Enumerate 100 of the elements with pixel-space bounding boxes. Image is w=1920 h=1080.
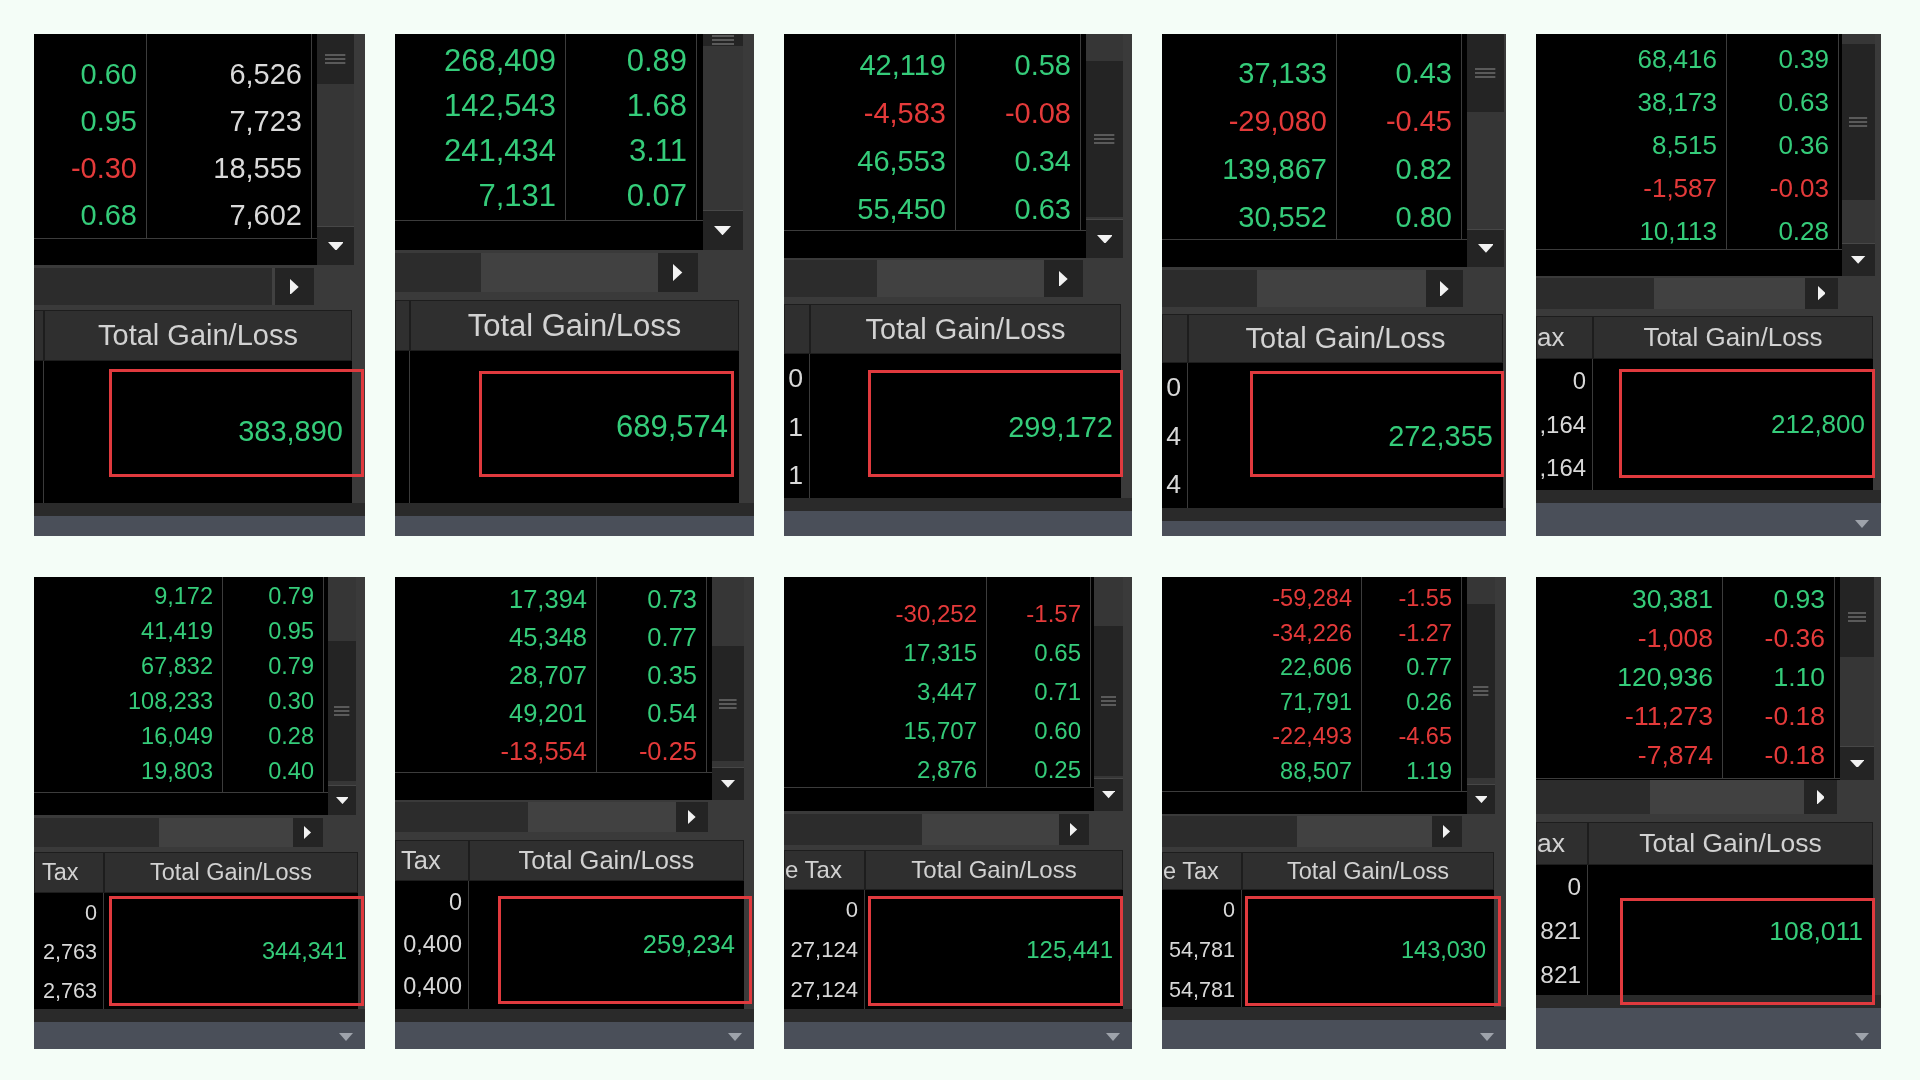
scroll-right-button[interactable] <box>1044 260 1083 297</box>
table-cell-text: -7,874 <box>1636 739 1714 772</box>
scrollbar-thumb[interactable] <box>317 34 354 84</box>
table-cell-text: -1,587 <box>1642 171 1718 205</box>
vertical-scrollbar[interactable] <box>1467 577 1495 814</box>
scrollbar-thumb[interactable] <box>784 814 922 845</box>
scroll-right-button[interactable] <box>1432 816 1462 847</box>
table-cell-text: 41,419 <box>140 617 214 646</box>
scroll-down-button[interactable] <box>703 210 743 250</box>
vertical-scrollbar[interactable] <box>317 34 354 265</box>
scrollbar-thumb[interactable] <box>1162 270 1257 307</box>
total-value: 689,574 <box>615 407 728 446</box>
table-cell-text: 0.36 <box>1777 128 1830 162</box>
scrollbar-thumb[interactable] <box>703 34 743 46</box>
table-cell-text: 0 <box>844 896 859 924</box>
table-cell-text: 1 <box>787 410 804 444</box>
scrollbar-thumb[interactable] <box>712 646 744 761</box>
column-header: Total Gain/Loss <box>469 840 744 881</box>
scrollbar-thumb[interactable] <box>1536 278 1654 309</box>
scroll-down-button[interactable] <box>1086 219 1123 258</box>
vertical-scrollbar[interactable] <box>1094 577 1123 811</box>
table-cell-text: 0.54 <box>646 698 698 729</box>
caret-down-icon[interactable] <box>1855 1033 1869 1041</box>
table-cell-text: 0.43 <box>1394 56 1453 91</box>
table-cell-text: 18,555 <box>212 151 303 186</box>
column-header: Total Gain/Loss <box>104 852 358 893</box>
table-cell-text: 46,553 <box>856 144 947 179</box>
table-cell-text: 71,791 <box>1279 687 1353 717</box>
scrollbar-thumb[interactable] <box>1467 604 1495 778</box>
caret-down-icon[interactable] <box>1106 1033 1120 1041</box>
scrollbar-thumb[interactable] <box>395 802 528 832</box>
horizontal-scrollbar[interactable] <box>1162 816 1462 847</box>
vertical-scrollbar[interactable] <box>328 577 356 815</box>
scrollbar-thumb[interactable] <box>34 818 159 847</box>
caret-down-icon[interactable] <box>1480 1033 1494 1041</box>
caret-down-icon[interactable] <box>339 1033 353 1041</box>
vertical-scrollbar[interactable] <box>703 34 743 250</box>
caret-down-icon[interactable] <box>728 1033 742 1041</box>
scroll-right-button[interactable] <box>275 268 314 305</box>
scroll-down-button[interactable] <box>328 785 356 815</box>
caret-right-icon <box>1817 286 1826 301</box>
scroll-right-button[interactable] <box>676 802 708 832</box>
vertical-scrollbar[interactable] <box>1840 577 1874 780</box>
scrollbar-thumb[interactable] <box>1086 61 1123 217</box>
table-cell-text: 2,876 <box>915 754 978 785</box>
caret-down-icon[interactable] <box>1855 520 1869 528</box>
table-cell-text: 1.19 <box>1405 756 1453 786</box>
scrollbar-thumb[interactable] <box>1467 34 1504 112</box>
horizontal-scrollbar[interactable] <box>1162 270 1463 307</box>
table-cell-text: 0.79 <box>267 582 315 611</box>
scrollbar-thumb[interactable] <box>1162 816 1297 847</box>
table-cell-text: -0.30 <box>69 151 138 186</box>
scrollbar-thumb[interactable] <box>1094 626 1123 776</box>
scroll-down-button[interactable] <box>1094 778 1123 811</box>
scroll-right-button[interactable] <box>658 253 698 292</box>
horizontal-scrollbar[interactable] <box>1536 278 1838 309</box>
scrollbar-thumb[interactable] <box>328 641 356 781</box>
horizontal-scrollbar[interactable] <box>34 818 323 847</box>
vertical-scrollbar[interactable] <box>712 577 744 800</box>
scrollbar-thumb[interactable] <box>1840 577 1874 657</box>
scroll-right-button[interactable] <box>1059 814 1089 845</box>
table-cell-text: 0 <box>1571 366 1587 396</box>
column-header: Total Gain/Loss <box>44 310 352 361</box>
horizontal-scrollbar[interactable] <box>1536 780 1837 814</box>
caret-down-icon <box>1477 244 1494 253</box>
table-cell-text: 17,394 <box>508 584 588 615</box>
horizontal-scrollbar[interactable] <box>784 814 1089 845</box>
scroll-down-button[interactable] <box>317 226 354 265</box>
scrollbar-thumb[interactable] <box>784 260 877 297</box>
scroll-down-button[interactable] <box>1467 229 1504 267</box>
vertical-scrollbar[interactable] <box>1842 34 1875 276</box>
scrollbar-thumb[interactable] <box>1536 780 1650 814</box>
vertical-scrollbar[interactable] <box>1467 34 1504 267</box>
column-header: Total Gain/Loss <box>810 304 1121 354</box>
scroll-right-button[interactable] <box>1804 780 1837 814</box>
horizontal-scrollbar[interactable] <box>395 802 708 832</box>
scroll-right-button[interactable] <box>1426 270 1463 307</box>
table-cell-text: 16,049 <box>140 722 214 751</box>
scroll-right-button[interactable] <box>293 818 323 847</box>
scroll-down-button[interactable] <box>1467 784 1495 814</box>
column-header: Total Gain/Loss <box>865 850 1123 890</box>
scroll-down-button[interactable] <box>1840 746 1874 780</box>
scroll-down-button[interactable] <box>1842 243 1875 276</box>
scrollbar-thumb[interactable] <box>395 253 481 292</box>
horizontal-scrollbar[interactable] <box>395 253 698 292</box>
grip-icon <box>1847 612 1867 622</box>
horizontal-scrollbar[interactable] <box>784 260 1083 297</box>
table-cell-text: 17,315 <box>902 637 978 668</box>
total-value: 259,234 <box>642 929 735 960</box>
scroll-down-button[interactable] <box>712 767 744 800</box>
table-cell-text: 7,723 <box>228 104 303 139</box>
table-cell-text: 0.26 <box>1405 687 1453 717</box>
scroll-right-button[interactable] <box>1805 278 1838 309</box>
table-cell-text: 22,606 <box>1279 653 1353 682</box>
table-cell-text: 68,416 <box>1636 42 1718 76</box>
table-cell-text: 0.25 <box>1033 754 1082 785</box>
vertical-scrollbar[interactable] <box>1086 34 1123 258</box>
table-cell-text: 45,348 <box>508 622 588 653</box>
column-header: ax <box>1536 822 1588 865</box>
scrollbar-thumb[interactable] <box>1842 44 1875 200</box>
